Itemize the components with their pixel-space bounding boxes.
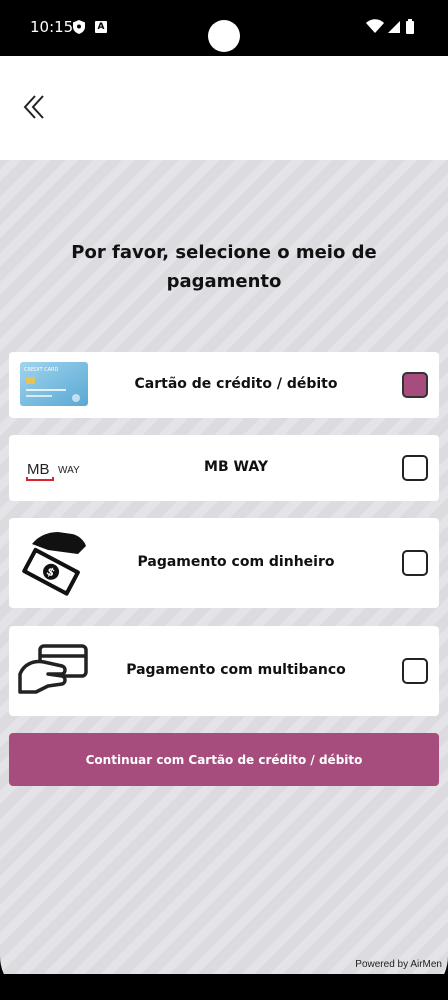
mbway-logo: MB WAY [21,451,87,485]
option-label: MB WAY [204,459,268,475]
signal-icon [388,21,400,33]
camera-cutout [208,20,240,52]
option-checkbox[interactable] [402,550,428,576]
status-bar: 10:15 A [0,0,448,56]
card-hand-icon [18,640,88,700]
credit-card-icon: CREDIT CARD [20,362,88,406]
a-badge-icon: A [95,21,107,33]
app-content: Por favor, selecione o meio de pagamento [0,56,448,974]
wifi-icon [366,19,384,33]
payment-option-cash[interactable]: $ Pagamento com dinheiro [9,518,439,608]
continue-button[interactable]: Continuar com Cartão de crédito / débito [9,733,439,786]
back-button[interactable] [18,90,52,124]
mbway-logo-way: WAY [58,465,80,476]
cash-hand-icon: $ [18,528,88,598]
option-checkbox[interactable] [402,658,428,684]
payment-option-mbway[interactable]: MB WAY MB WAY [9,435,439,501]
option-label: Pagamento com dinheiro [137,554,335,570]
payment-option-credit-card[interactable]: CREDIT CARD Cartão de crédito / débito [9,352,439,418]
shield-icon [73,20,85,34]
option-checkbox[interactable] [402,455,428,481]
page-title: Por favor, selecione o meio de pagamento [71,242,377,292]
payment-option-multibanco[interactable]: Pagamento com multibanco [9,626,439,716]
option-checkbox-checked[interactable] [402,372,428,398]
double-chevron-left-icon [23,95,44,119]
credit-card-logo-text: CREDIT CARD [24,367,58,373]
status-icons [366,19,414,34]
option-label: Cartão de crédito / débito [134,376,338,392]
navigation-bar [0,974,448,1000]
battery-icon [406,19,414,34]
mbway-logo-mb: MB [27,461,50,478]
phone-screen: 10:15 A Por favor, selecione o meio de p… [0,0,448,1000]
powered-by-text: Powered by AirMen [355,959,442,970]
option-label: Pagamento com multibanco [126,662,346,678]
status-time: 10:15 [30,18,74,36]
top-header [0,56,448,160]
